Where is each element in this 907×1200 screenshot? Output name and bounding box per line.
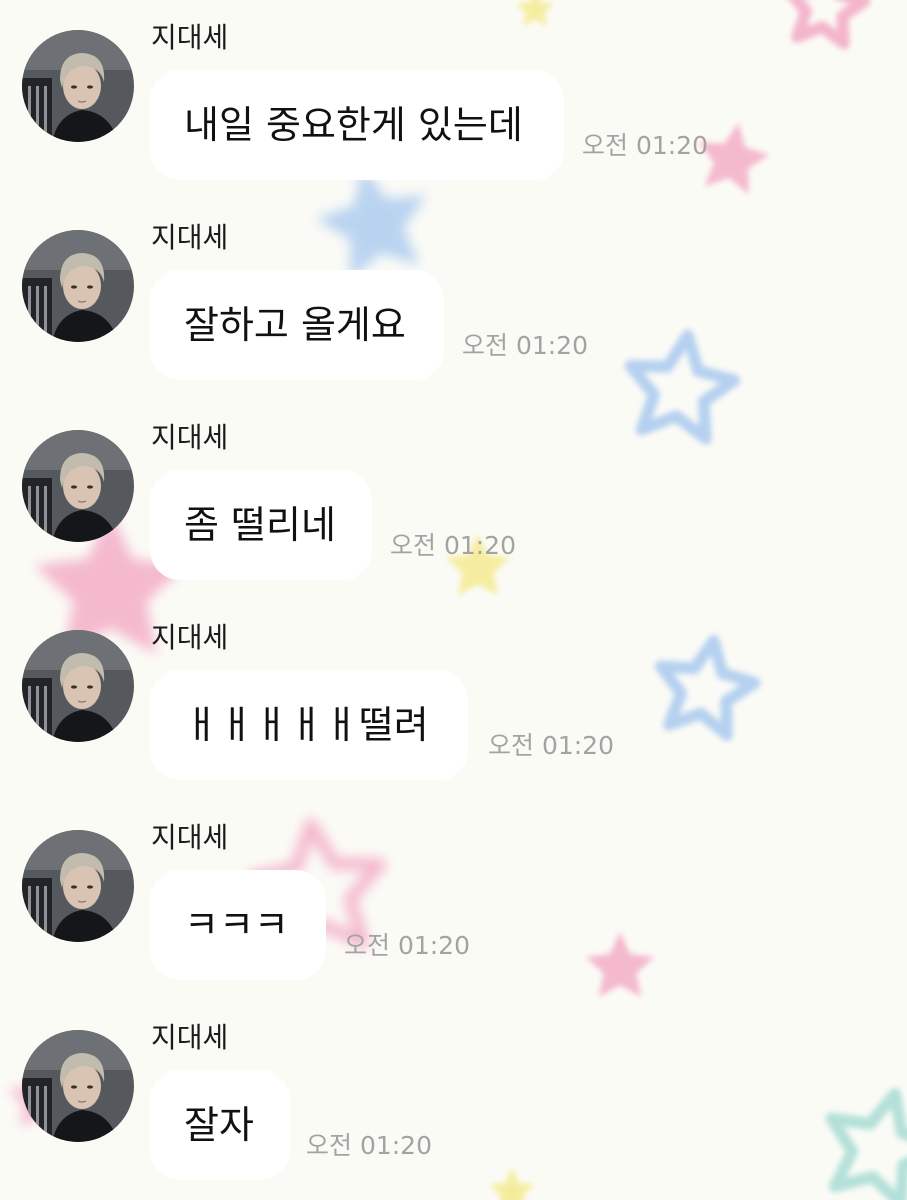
message-bubble[interactable]: 내일 중요한게 있는데: [150, 70, 564, 180]
profile-photo-icon: [22, 30, 134, 142]
profile-photo-icon: [22, 230, 134, 342]
profile-photo-avatar[interactable]: [22, 830, 134, 942]
message-timestamp: 오전 01:20: [344, 931, 470, 960]
chat-message: 지대세 ㅋㅋㅋ 오전 01:20: [0, 800, 907, 1000]
message-timestamp: 오전 01:20: [462, 331, 588, 360]
message-bubble[interactable]: 잘하고 올게요: [150, 270, 444, 380]
sender-name: 지대세: [151, 21, 229, 54]
message-timestamp: 오전 01:20: [488, 731, 614, 760]
profile-photo-icon: [22, 1030, 134, 1142]
profile-photo-avatar[interactable]: [22, 230, 134, 342]
sender-name: 지대세: [151, 821, 229, 854]
message-timestamp: 오전 01:20: [390, 531, 516, 560]
message-bubble[interactable]: ㅋㅋㅋ: [150, 870, 326, 980]
profile-photo-icon: [22, 430, 134, 542]
message-bubble[interactable]: 좀 떨리네: [150, 470, 372, 580]
sender-name: 지대세: [151, 221, 229, 254]
message-timestamp: 오전 01:20: [582, 131, 708, 160]
profile-photo-icon: [22, 830, 134, 942]
sender-name: 지대세: [151, 421, 229, 454]
chat-message: 지대세 잘하고 올게요 오전 01:20: [0, 200, 907, 400]
profile-photo-avatar[interactable]: [22, 30, 134, 142]
profile-photo-avatar[interactable]: [22, 430, 134, 542]
profile-photo-avatar[interactable]: [22, 1030, 134, 1142]
chat-message: 지대세 ㅐㅐㅐㅐㅐ떨려 오전 01:20: [0, 600, 907, 800]
chat-message: 지대세 좀 떨리네 오전 01:20: [0, 400, 907, 600]
message-bubble[interactable]: 잘자: [150, 1070, 290, 1180]
sender-name: 지대세: [151, 621, 229, 654]
profile-photo-avatar[interactable]: [22, 630, 134, 742]
chat-message: 지대세 잘자 오전 01:20: [0, 1000, 907, 1200]
chat-message: 지대세 내일 중요한게 있는데 오전 01:20: [0, 0, 907, 200]
message-timestamp: 오전 01:20: [306, 1131, 432, 1160]
profile-photo-icon: [22, 630, 134, 742]
message-bubble[interactable]: ㅐㅐㅐㅐㅐ떨려: [150, 670, 468, 780]
sender-name: 지대세: [151, 1021, 229, 1054]
